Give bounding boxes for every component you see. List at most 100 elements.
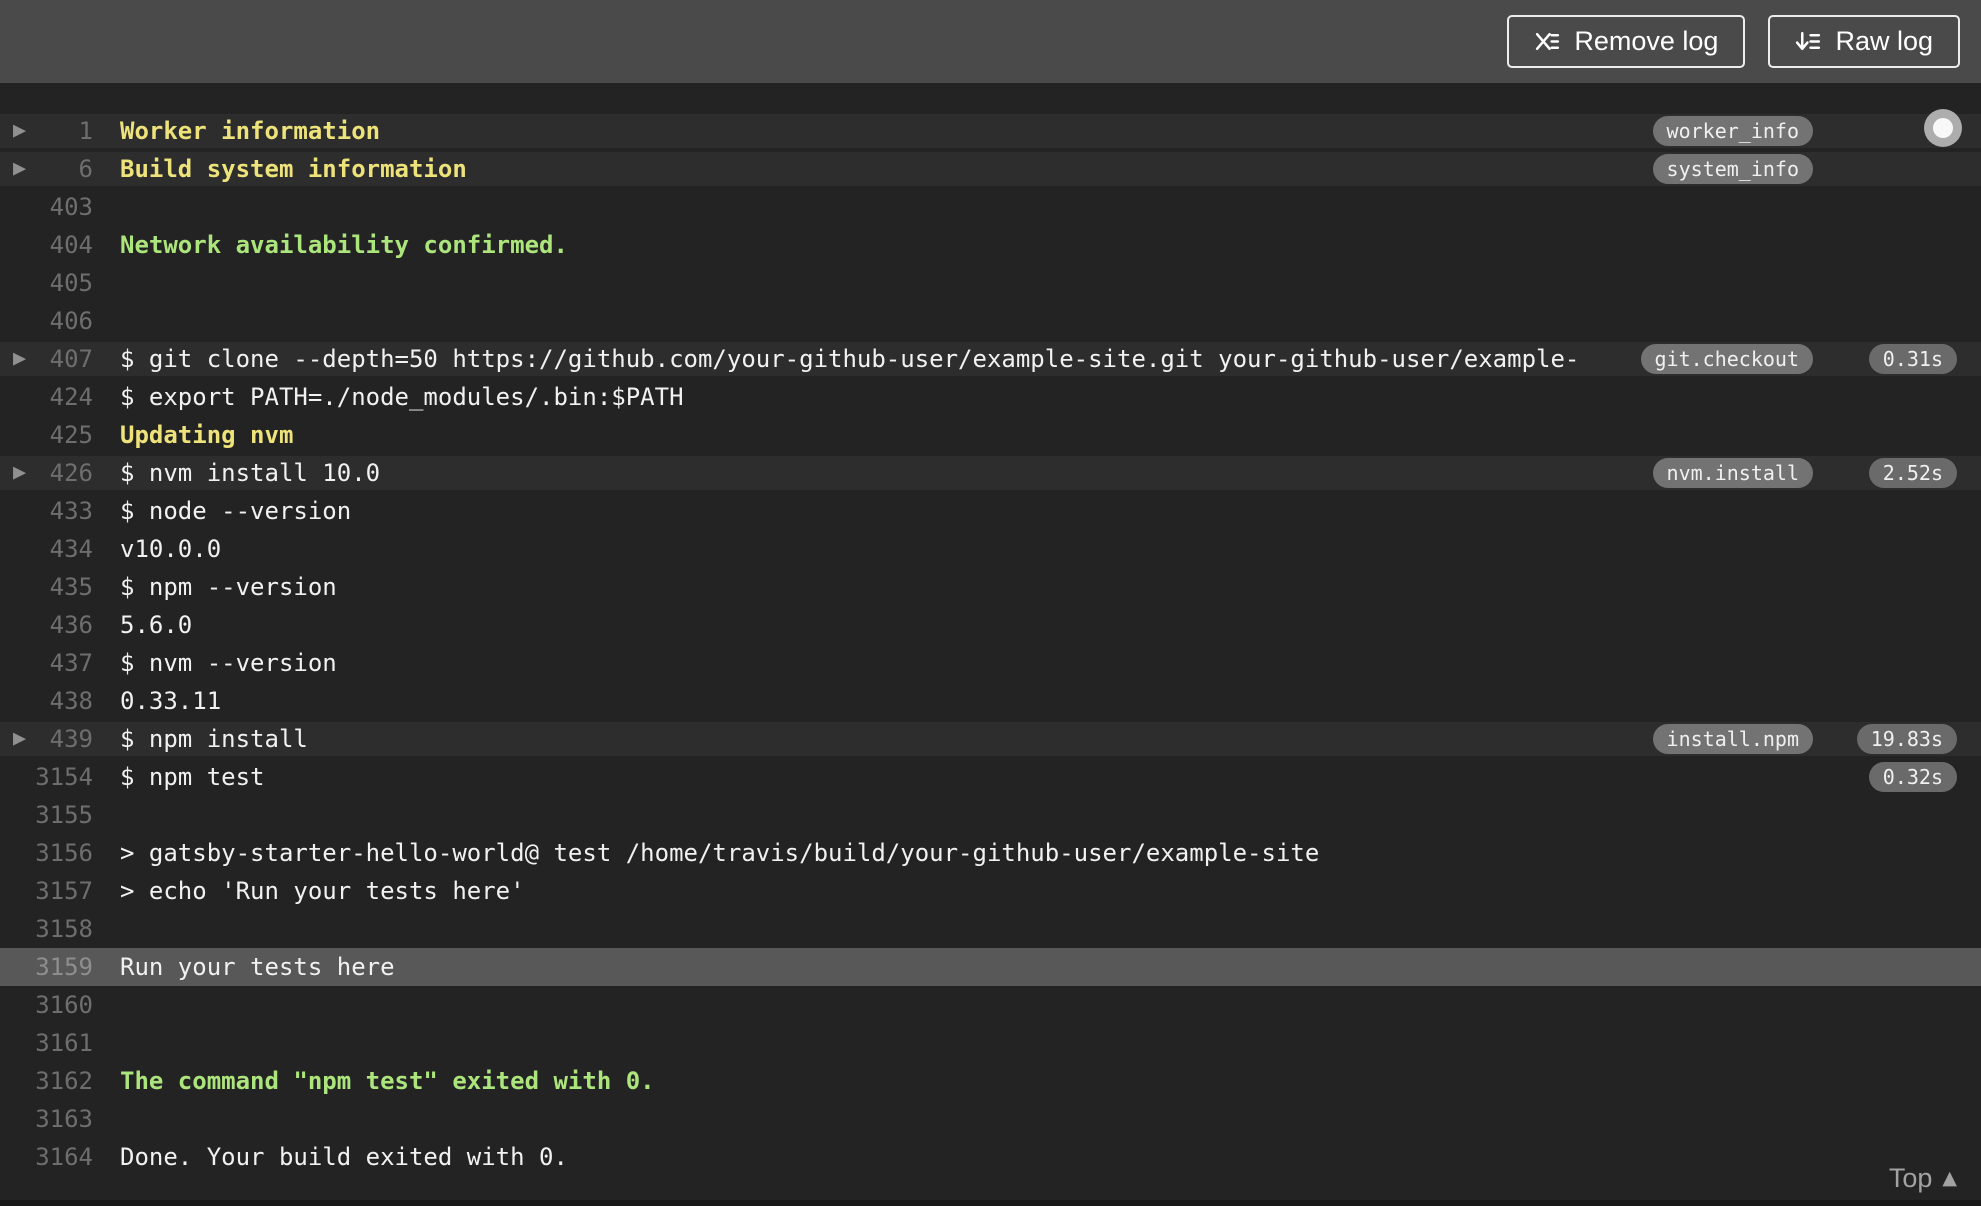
fold-arrow-icon[interactable]: ▶ — [13, 350, 26, 368]
build-log-screen: Remove log Raw log ▶ 1 Worker information w… — [0, 0, 1981, 1206]
log-line: 437 $ nvm --version — [0, 644, 1981, 682]
raw-log-button[interactable]: Raw log — [1768, 15, 1960, 68]
log-text: $ npm --version — [120, 573, 337, 601]
fold-tag-badge: git.checkout — [1640, 344, 1813, 374]
fold-arrow-icon[interactable]: ▶ — [13, 730, 26, 748]
log-text: $ nvm --version — [120, 649, 337, 677]
duration-badge: 2.52s — [1868, 458, 1957, 488]
log-line: 3159 Run your tests here — [0, 948, 1981, 986]
log-text: $ nvm install 10.0 — [120, 459, 381, 487]
duration-badge: 0.31s — [1868, 344, 1957, 374]
log-line: 3163 — [0, 1100, 1981, 1138]
line-number[interactable]: 3161 — [0, 1029, 93, 1057]
log-toolbar: Remove log Raw log — [0, 0, 1981, 83]
log-line: 3155 — [0, 796, 1981, 834]
line-number[interactable]: 438 — [0, 687, 93, 715]
line-number[interactable]: 3160 — [0, 991, 93, 1019]
log-text: $ export PATH=./node_modules/.bin:$PATH — [120, 383, 684, 411]
log-text: $ node --version — [120, 497, 352, 525]
line-number[interactable]: 437 — [0, 649, 93, 677]
fold-arrow-icon[interactable]: ▶ — [13, 122, 26, 140]
log-line: ▶ 426 $ nvm install 10.0 nvm.install 2.52s — [0, 454, 1981, 492]
line-number[interactable]: 3157 — [0, 877, 93, 905]
fold-tag-badge: worker_info — [1652, 116, 1813, 146]
log-text: 0.33.11 — [120, 687, 222, 715]
top-link-label: Top — [1888, 1163, 1933, 1193]
log-line: 3162 The command "npm test" exited with 0… — [0, 1062, 1981, 1100]
line-number[interactable]: 406 — [0, 307, 93, 335]
line-number[interactable]: 433 — [0, 497, 93, 525]
line-number[interactable]: 3159 — [0, 953, 93, 981]
log-text: > gatsby-starter-hello-world@ test /home… — [120, 839, 1320, 867]
log-text: > echo 'Run your tests here' — [120, 877, 525, 905]
log-text: $ git clone --depth=50 https://github.co… — [120, 345, 1580, 373]
line-number[interactable]: 3158 — [0, 915, 93, 943]
log-text: Done. Your build exited with 0. — [120, 1143, 568, 1171]
fold-arrow-icon[interactable]: ▶ — [13, 160, 26, 178]
scroll-to-top-link[interactable]: Top ▲ — [1889, 1163, 1957, 1194]
log-line: 435 $ npm --version — [0, 568, 1981, 606]
log-line: ▶ 1 Worker information worker_info — [0, 112, 1981, 150]
line-number[interactable]: 3156 — [0, 839, 93, 867]
log-text: Worker information — [120, 117, 381, 145]
fold-arrow-icon[interactable]: ▶ — [13, 464, 26, 482]
log-text: $ npm test — [120, 763, 265, 791]
log-line: 433 $ node --version — [0, 492, 1981, 530]
log-line: 406 — [0, 302, 1981, 340]
line-number[interactable]: 3155 — [0, 801, 93, 829]
log-line: 405 — [0, 264, 1981, 302]
log-line: 438 0.33.11 — [0, 682, 1981, 720]
line-number[interactable]: 3163 — [0, 1105, 93, 1133]
line-number[interactable]: 3162 — [0, 1067, 93, 1095]
log-text: Run your tests here — [120, 953, 395, 981]
line-number[interactable]: 403 — [0, 193, 93, 221]
fold-tag-badge: system_info — [1652, 154, 1813, 184]
raw-log-icon — [1795, 28, 1822, 55]
log-line: 434 v10.0.0 — [0, 530, 1981, 568]
log-line: 3158 — [0, 910, 1981, 948]
log-line: 403 — [0, 188, 1981, 226]
log-line: 404 Network availability confirmed. — [0, 226, 1981, 264]
log-text: $ npm install — [120, 725, 308, 753]
log-text: Build system information — [120, 155, 467, 183]
log-lines: ▶ 1 Worker information worker_info ▶ 6 Build s… — [0, 83, 1981, 1176]
remove-log-icon — [1534, 28, 1561, 55]
raw-log-label: Raw log — [1835, 26, 1933, 56]
line-number[interactable]: 434 — [0, 535, 93, 563]
log-line: 436 5.6.0 — [0, 606, 1981, 644]
follow-log-toggle-button[interactable] — [1924, 109, 1962, 147]
line-number[interactable]: 435 — [0, 573, 93, 601]
log-line: ▶ 439 $ npm install install.npm 19.83s — [0, 720, 1981, 758]
log-line: 3160 — [0, 986, 1981, 1024]
log-line: 424 $ export PATH=./node_modules/.bin:$PA… — [0, 378, 1981, 416]
log-line: 3164 Done. Your build exited with 0. — [0, 1138, 1981, 1176]
line-number[interactable]: 3154 — [0, 763, 93, 791]
follow-log-dot-icon — [1933, 118, 1953, 138]
log-line: 3156 > gatsby-starter-hello-world@ test /… — [0, 834, 1981, 872]
log-line: 3154 $ npm test 0.32s — [0, 758, 1981, 796]
fold-tag-badge: nvm.install — [1652, 458, 1813, 488]
log-text: Network availability confirmed. — [120, 231, 568, 259]
log-text: v10.0.0 — [120, 535, 222, 563]
log-text: 5.6.0 — [120, 611, 193, 639]
log-line: 3157 > echo 'Run your tests here' — [0, 872, 1981, 910]
duration-badge: 19.83s — [1856, 724, 1957, 754]
fold-tag-badge: install.npm — [1652, 724, 1813, 754]
line-number[interactable]: 3164 — [0, 1143, 93, 1171]
remove-log-label: Remove log — [1574, 26, 1719, 56]
log-text: The command "npm test" exited with 0. — [120, 1067, 655, 1095]
line-number[interactable]: 436 — [0, 611, 93, 639]
log-line: 425 Updating nvm — [0, 416, 1981, 454]
page-bottom-edge — [0, 1200, 1981, 1206]
chevron-up-icon: ▲ — [1942, 1167, 1957, 1189]
log-line: ▶ 6 Build system information system_info — [0, 150, 1981, 188]
duration-badge: 0.32s — [1868, 762, 1957, 792]
log-text: Updating nvm — [120, 421, 294, 449]
log-line: ▶ 407 $ git clone --depth=50 https://githu… — [0, 340, 1981, 378]
remove-log-button[interactable]: Remove log — [1507, 15, 1746, 68]
line-number[interactable]: 425 — [0, 421, 93, 449]
line-number[interactable]: 424 — [0, 383, 93, 411]
line-number[interactable]: 404 — [0, 231, 93, 259]
log-line: 3161 — [0, 1024, 1981, 1062]
line-number[interactable]: 405 — [0, 269, 93, 297]
